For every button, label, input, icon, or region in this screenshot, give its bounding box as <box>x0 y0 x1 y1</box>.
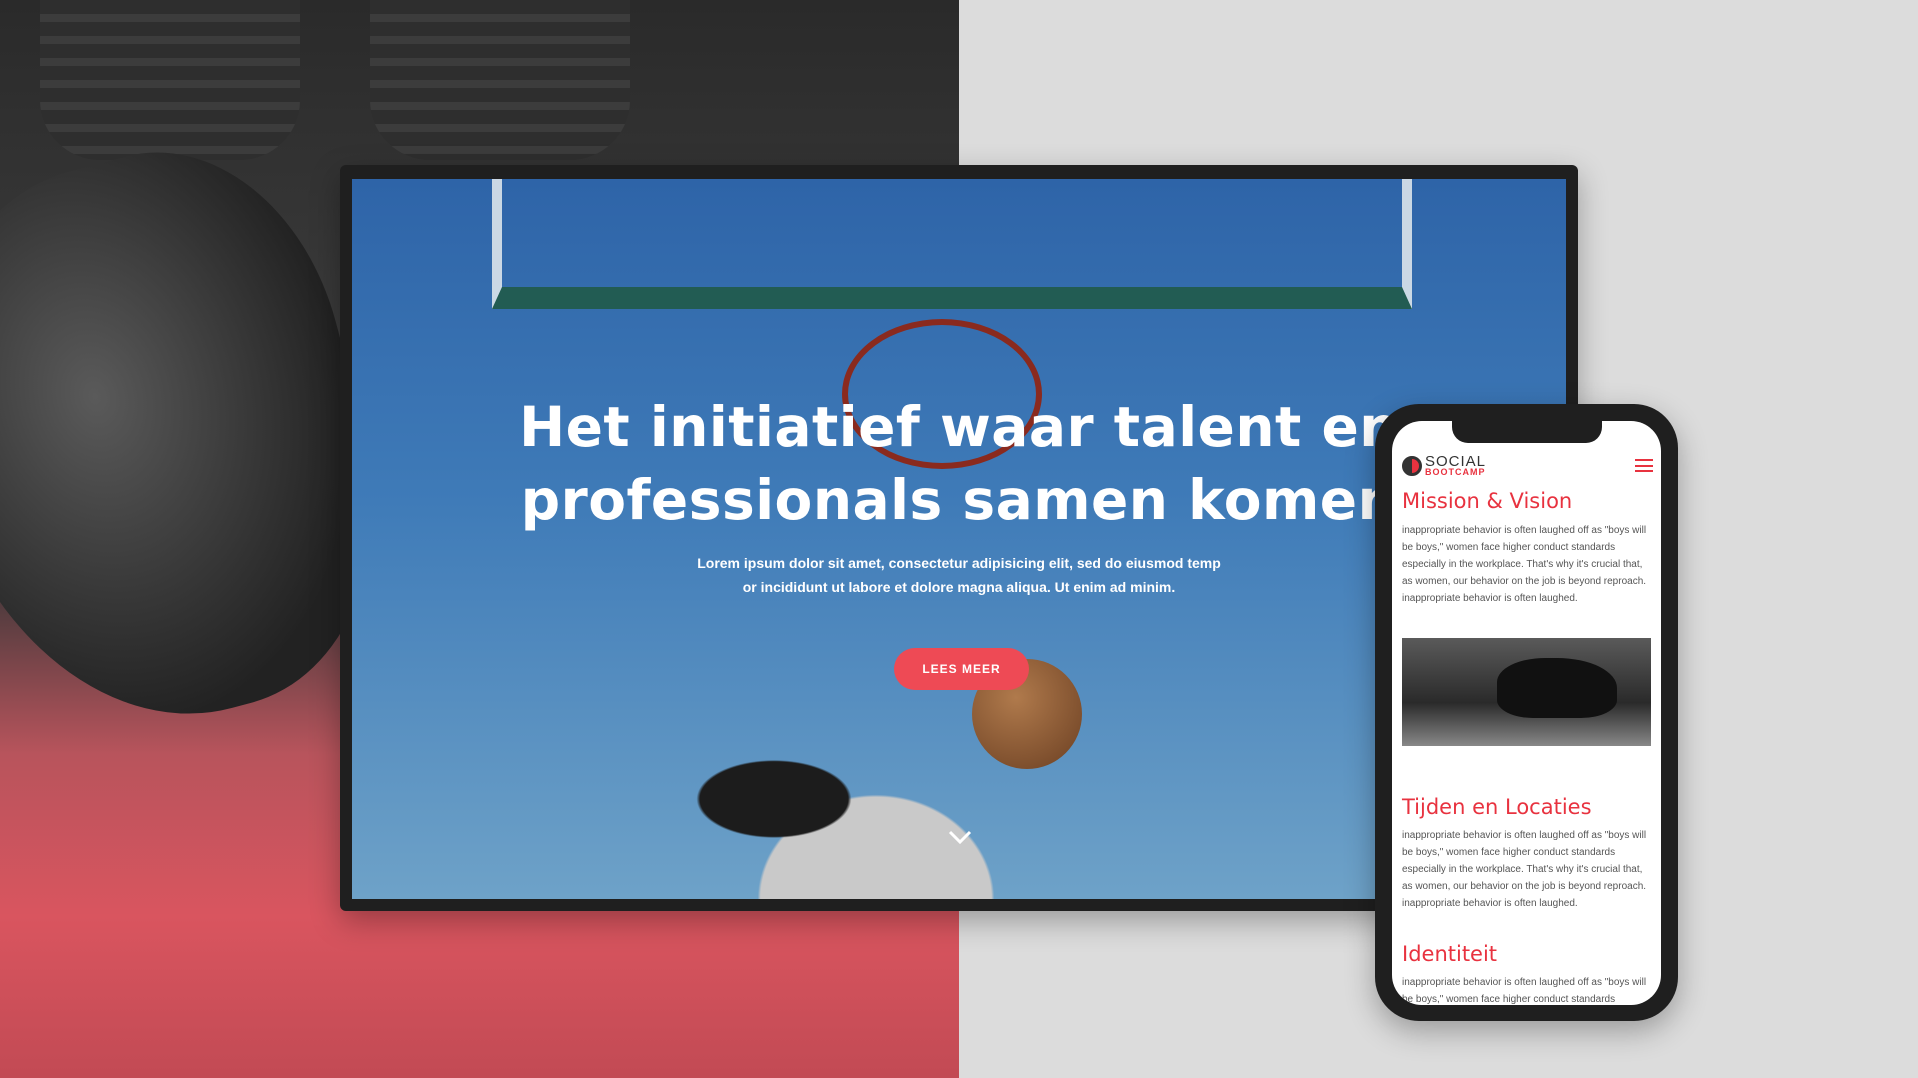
section-text: inappropriate behavior is often laughed … <box>1402 525 1647 604</box>
logo-text-bottom: BOOTCAMP <box>1425 467 1486 477</box>
section-title: Identiteit <box>1402 942 1498 966</box>
phone-screen: SOCIAL BOOTCAMP Mission & Vision inappro… <box>1392 421 1661 1005</box>
lees-meer-button[interactable]: LEES MEER <box>894 648 1029 690</box>
leg-shape <box>370 0 630 160</box>
sneaker-image <box>1402 638 1651 746</box>
section-title: Tijden en Locaties <box>1402 795 1592 819</box>
hamburger-menu-icon[interactable] <box>1635 459 1653 472</box>
section-text: inappropriate behavior is often laughed … <box>1402 977 1647 1005</box>
basketball-backboard <box>492 179 1412 309</box>
leg-shape <box>40 0 300 160</box>
social-bootcamp-logo[interactable]: SOCIAL BOOTCAMP <box>1402 454 1486 477</box>
phone-notch <box>1452 421 1602 443</box>
phone-mockup: SOCIAL BOOTCAMP Mission & Vision inappro… <box>1375 404 1678 1021</box>
player-image <box>672 719 1012 899</box>
section-title: Mission & Vision <box>1402 489 1573 513</box>
handshake-logo-icon <box>1402 456 1422 476</box>
chevron-down-icon[interactable] <box>947 827 973 847</box>
section-text: inappropriate behavior is often laughed … <box>1402 830 1647 909</box>
